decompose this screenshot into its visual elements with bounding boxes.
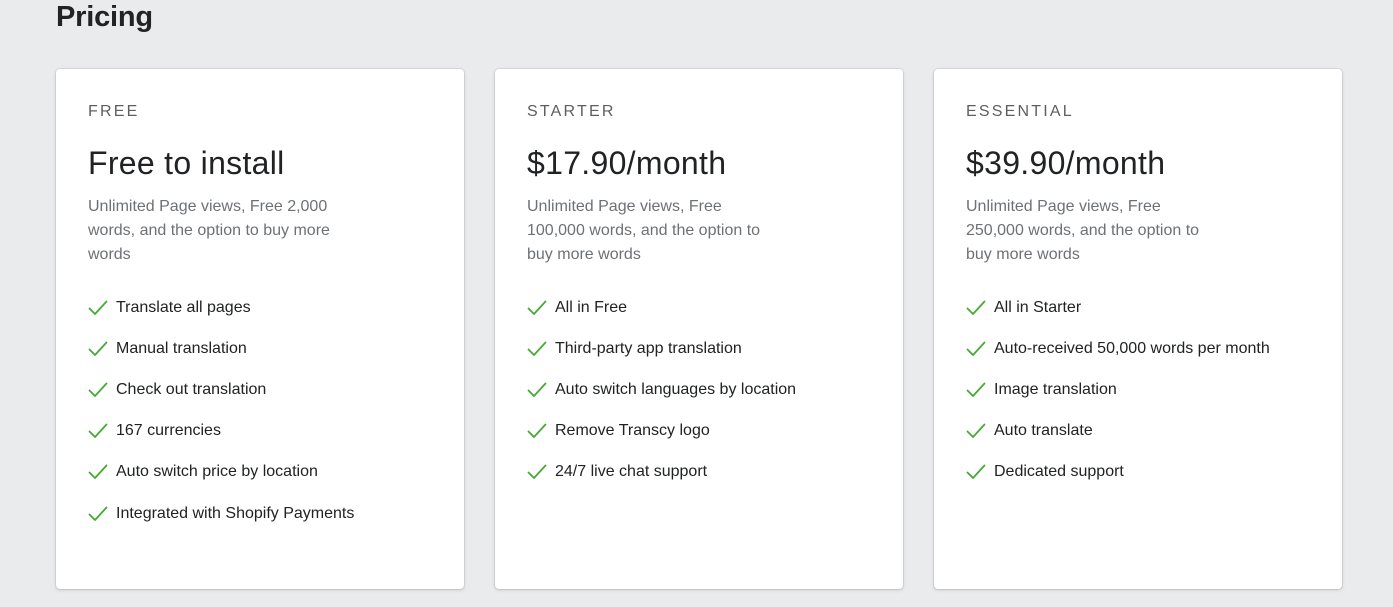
feature-label: 24/7 live chat support <box>555 463 708 481</box>
feature-label: 167 currencies <box>116 422 221 440</box>
checkmark-icon <box>527 421 547 441</box>
pricing-page: Pricing FREE Free to install Unlimited P… <box>0 0 1393 607</box>
feature-label: Auto switch languages by location <box>555 380 797 398</box>
plan-name: ESSENTIAL <box>966 103 1074 120</box>
checkmark-icon <box>88 380 108 400</box>
checkmark-icon <box>88 421 108 441</box>
feature-item: Auto-received 50,000 words per month <box>966 328 1310 369</box>
feature-label: Dedicated support <box>994 463 1124 481</box>
feature-item: Dedicated support <box>966 452 1310 493</box>
plan-card-free: FREE Free to install Unlimited Page view… <box>56 69 464 589</box>
checkmark-icon <box>527 380 547 400</box>
plan-name: FREE <box>88 103 140 120</box>
plan-name: STARTER <box>527 103 616 120</box>
checkmark-icon <box>88 298 108 318</box>
feature-label: Third-party app translation <box>555 339 742 357</box>
feature-list: Translate all pages Manual translation C… <box>88 287 432 534</box>
feature-item: 167 currencies <box>88 411 432 452</box>
checkmark-icon <box>527 298 547 318</box>
feature-label: Remove Transcy logo <box>555 422 710 440</box>
plan-description: Unlimited Page views, Free 100,000 words… <box>527 198 761 263</box>
plan-card-starter: STARTER $17.90/month Unlimited Page view… <box>495 69 903 589</box>
feature-label: Auto switch price by location <box>116 463 318 481</box>
feature-item: All in Starter <box>966 287 1310 328</box>
checkmark-icon <box>966 462 986 482</box>
checkmark-icon <box>527 462 547 482</box>
feature-item: Manual translation <box>88 328 432 369</box>
checkmark-icon <box>88 339 108 359</box>
checkmark-icon <box>527 339 547 359</box>
plan-description: Unlimited Page views, Free 250,000 words… <box>966 198 1200 263</box>
pricing-cards: FREE Free to install Unlimited Page view… <box>56 69 1342 589</box>
feature-item: Translate all pages <box>88 287 432 328</box>
feature-list: All in Starter Auto-received 50,000 word… <box>966 287 1310 493</box>
plan-price: Free to install <box>88 145 285 181</box>
checkmark-icon <box>88 462 108 482</box>
feature-item: Check out translation <box>88 369 432 410</box>
feature-item: All in Free <box>527 287 871 328</box>
checkmark-icon <box>88 504 108 524</box>
feature-item: Image translation <box>966 369 1310 410</box>
plan-price: $17.90/month <box>527 145 727 181</box>
plan-price: $39.90/month <box>966 145 1166 181</box>
feature-item: Auto switch languages by location <box>527 369 871 410</box>
plan-card-essential: ESSENTIAL $39.90/month Unlimited Page vi… <box>934 69 1342 589</box>
plan-description: Unlimited Page views, Free 2,000 words, … <box>88 198 330 263</box>
feature-label: Translate all pages <box>116 298 251 316</box>
feature-label: Image translation <box>994 380 1117 398</box>
feature-item: Integrated with Shopify Payments <box>88 493 432 534</box>
feature-item: Auto switch price by location <box>88 452 432 493</box>
feature-label: Auto translate <box>994 422 1093 440</box>
checkmark-icon <box>966 380 986 400</box>
checkmark-icon <box>966 298 986 318</box>
feature-item: Auto translate <box>966 411 1310 452</box>
feature-label: All in Free <box>555 298 628 316</box>
feature-label: Auto-received 50,000 words per month <box>994 339 1270 357</box>
feature-item: Remove Transcy logo <box>527 411 871 452</box>
checkmark-icon <box>966 421 986 441</box>
feature-label: Manual translation <box>116 339 247 357</box>
feature-label: Check out translation <box>116 380 267 398</box>
feature-item: Third-party app translation <box>527 328 871 369</box>
feature-item: 24/7 live chat support <box>527 452 871 493</box>
page-title: Pricing <box>56 1 153 33</box>
feature-label: All in Starter <box>994 298 1082 316</box>
checkmark-icon <box>966 339 986 359</box>
feature-label: Integrated with Shopify Payments <box>116 504 355 522</box>
feature-list: All in Free Third-party app translation … <box>527 287 871 493</box>
